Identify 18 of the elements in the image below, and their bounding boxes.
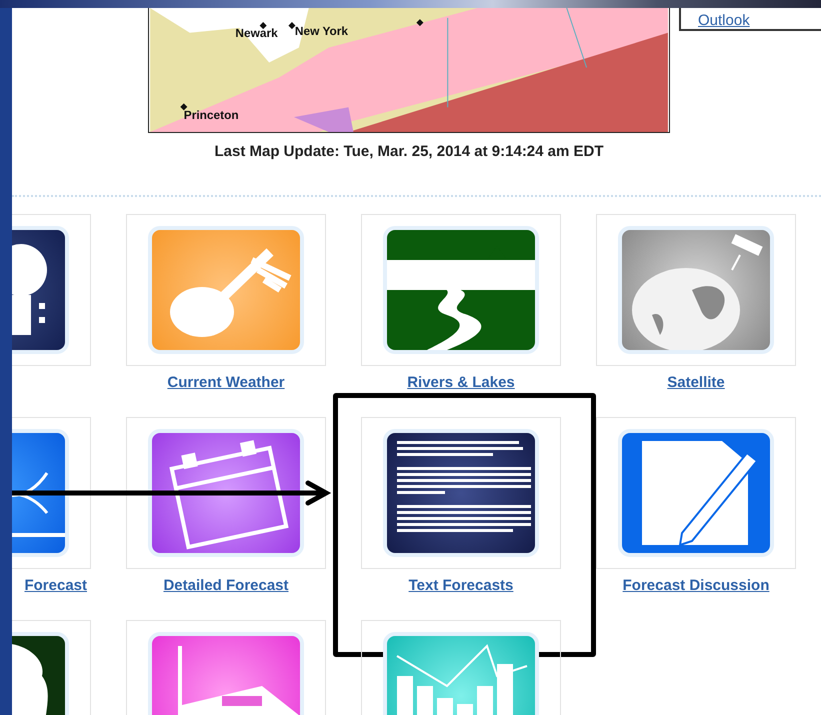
tile-link[interactable]: Detailed Forecast <box>163 577 289 594</box>
map-update-caption: Last Map Update: Tue, Mar. 25, 2014 at 9:14:24 am EDT <box>214 143 604 160</box>
tile-link[interactable]: Rivers & Lakes <box>407 374 515 391</box>
tile-link[interactable]: Current Weather <box>167 374 285 391</box>
tile-frame[interactable] <box>361 417 561 569</box>
tile-link[interactable]: Forecast <box>24 577 87 594</box>
tile-link[interactable]: Text Forecasts <box>408 577 514 594</box>
tile-frame[interactable] <box>596 417 796 569</box>
tile-link[interactable]: Forecast Discussion <box>622 577 770 594</box>
tile-link[interactable]: Satellite <box>667 374 725 391</box>
city-label: Princeton <box>184 108 239 122</box>
tile-frame[interactable] <box>126 214 326 366</box>
tile-frame[interactable] <box>126 417 326 569</box>
city-label: Newark <box>235 26 278 40</box>
city-label: New York <box>294 24 348 38</box>
tile-frame[interactable] <box>596 214 796 366</box>
tile-frame[interactable] <box>361 214 561 366</box>
outlook-link[interactable]: Outlook <box>698 12 750 29</box>
